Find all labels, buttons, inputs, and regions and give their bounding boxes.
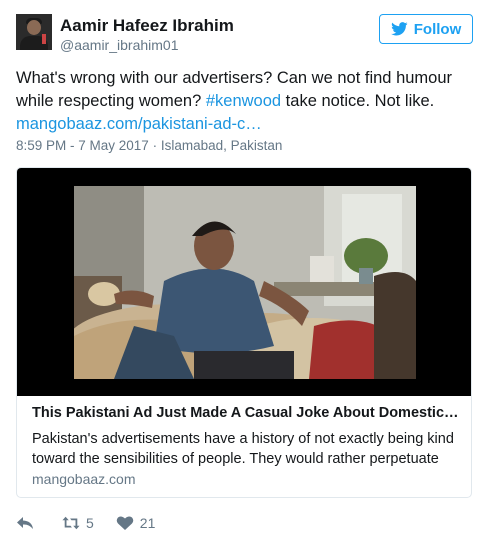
card-video-thumbnail[interactable] bbox=[17, 168, 471, 396]
retweet-icon bbox=[62, 516, 80, 530]
tweet-url-link[interactable]: mangobaaz.com/pakistani-ad-c… bbox=[16, 115, 262, 133]
follow-label: Follow bbox=[413, 20, 462, 38]
retweet-count: 5 bbox=[86, 515, 94, 531]
follow-button[interactable]: Follow bbox=[379, 14, 473, 44]
tweet-timestamp-location[interactable]: 8:59 PM - 7 May 2017 · Islamabad, Pakist… bbox=[16, 138, 282, 153]
like-button[interactable]: 21 bbox=[116, 515, 156, 531]
card-title[interactable]: This Pakistani Ad Just Made A Casual Jok… bbox=[32, 405, 460, 421]
link-card[interactable]: This Pakistani Ad Just Made A Casual Jok… bbox=[16, 167, 472, 498]
tweet-actions: 5 21 bbox=[16, 513, 177, 533]
like-count: 21 bbox=[139, 515, 156, 531]
user-full-name[interactable]: Aamir Hafeez Ibrahim bbox=[60, 16, 234, 36]
user-handle[interactable]: @aamir_ibrahim01 bbox=[60, 37, 178, 53]
card-domain: mangobaaz.com bbox=[32, 471, 136, 487]
retweet-button[interactable]: 5 bbox=[62, 515, 94, 531]
heart-icon bbox=[116, 516, 134, 530]
card-description: Pakistan's advertisements have a history… bbox=[32, 431, 454, 467]
tweet-text-part: take notice. Not like. bbox=[281, 92, 435, 110]
tweet-text: What's wrong with our advertisers? Can w… bbox=[16, 67, 466, 136]
twitter-bird-icon bbox=[390, 22, 408, 36]
hashtag-link[interactable]: #kenwood bbox=[206, 92, 281, 110]
avatar[interactable] bbox=[16, 14, 52, 50]
reply-icon bbox=[17, 517, 33, 529]
reply-button[interactable] bbox=[16, 515, 40, 531]
video-still-image bbox=[74, 186, 416, 379]
